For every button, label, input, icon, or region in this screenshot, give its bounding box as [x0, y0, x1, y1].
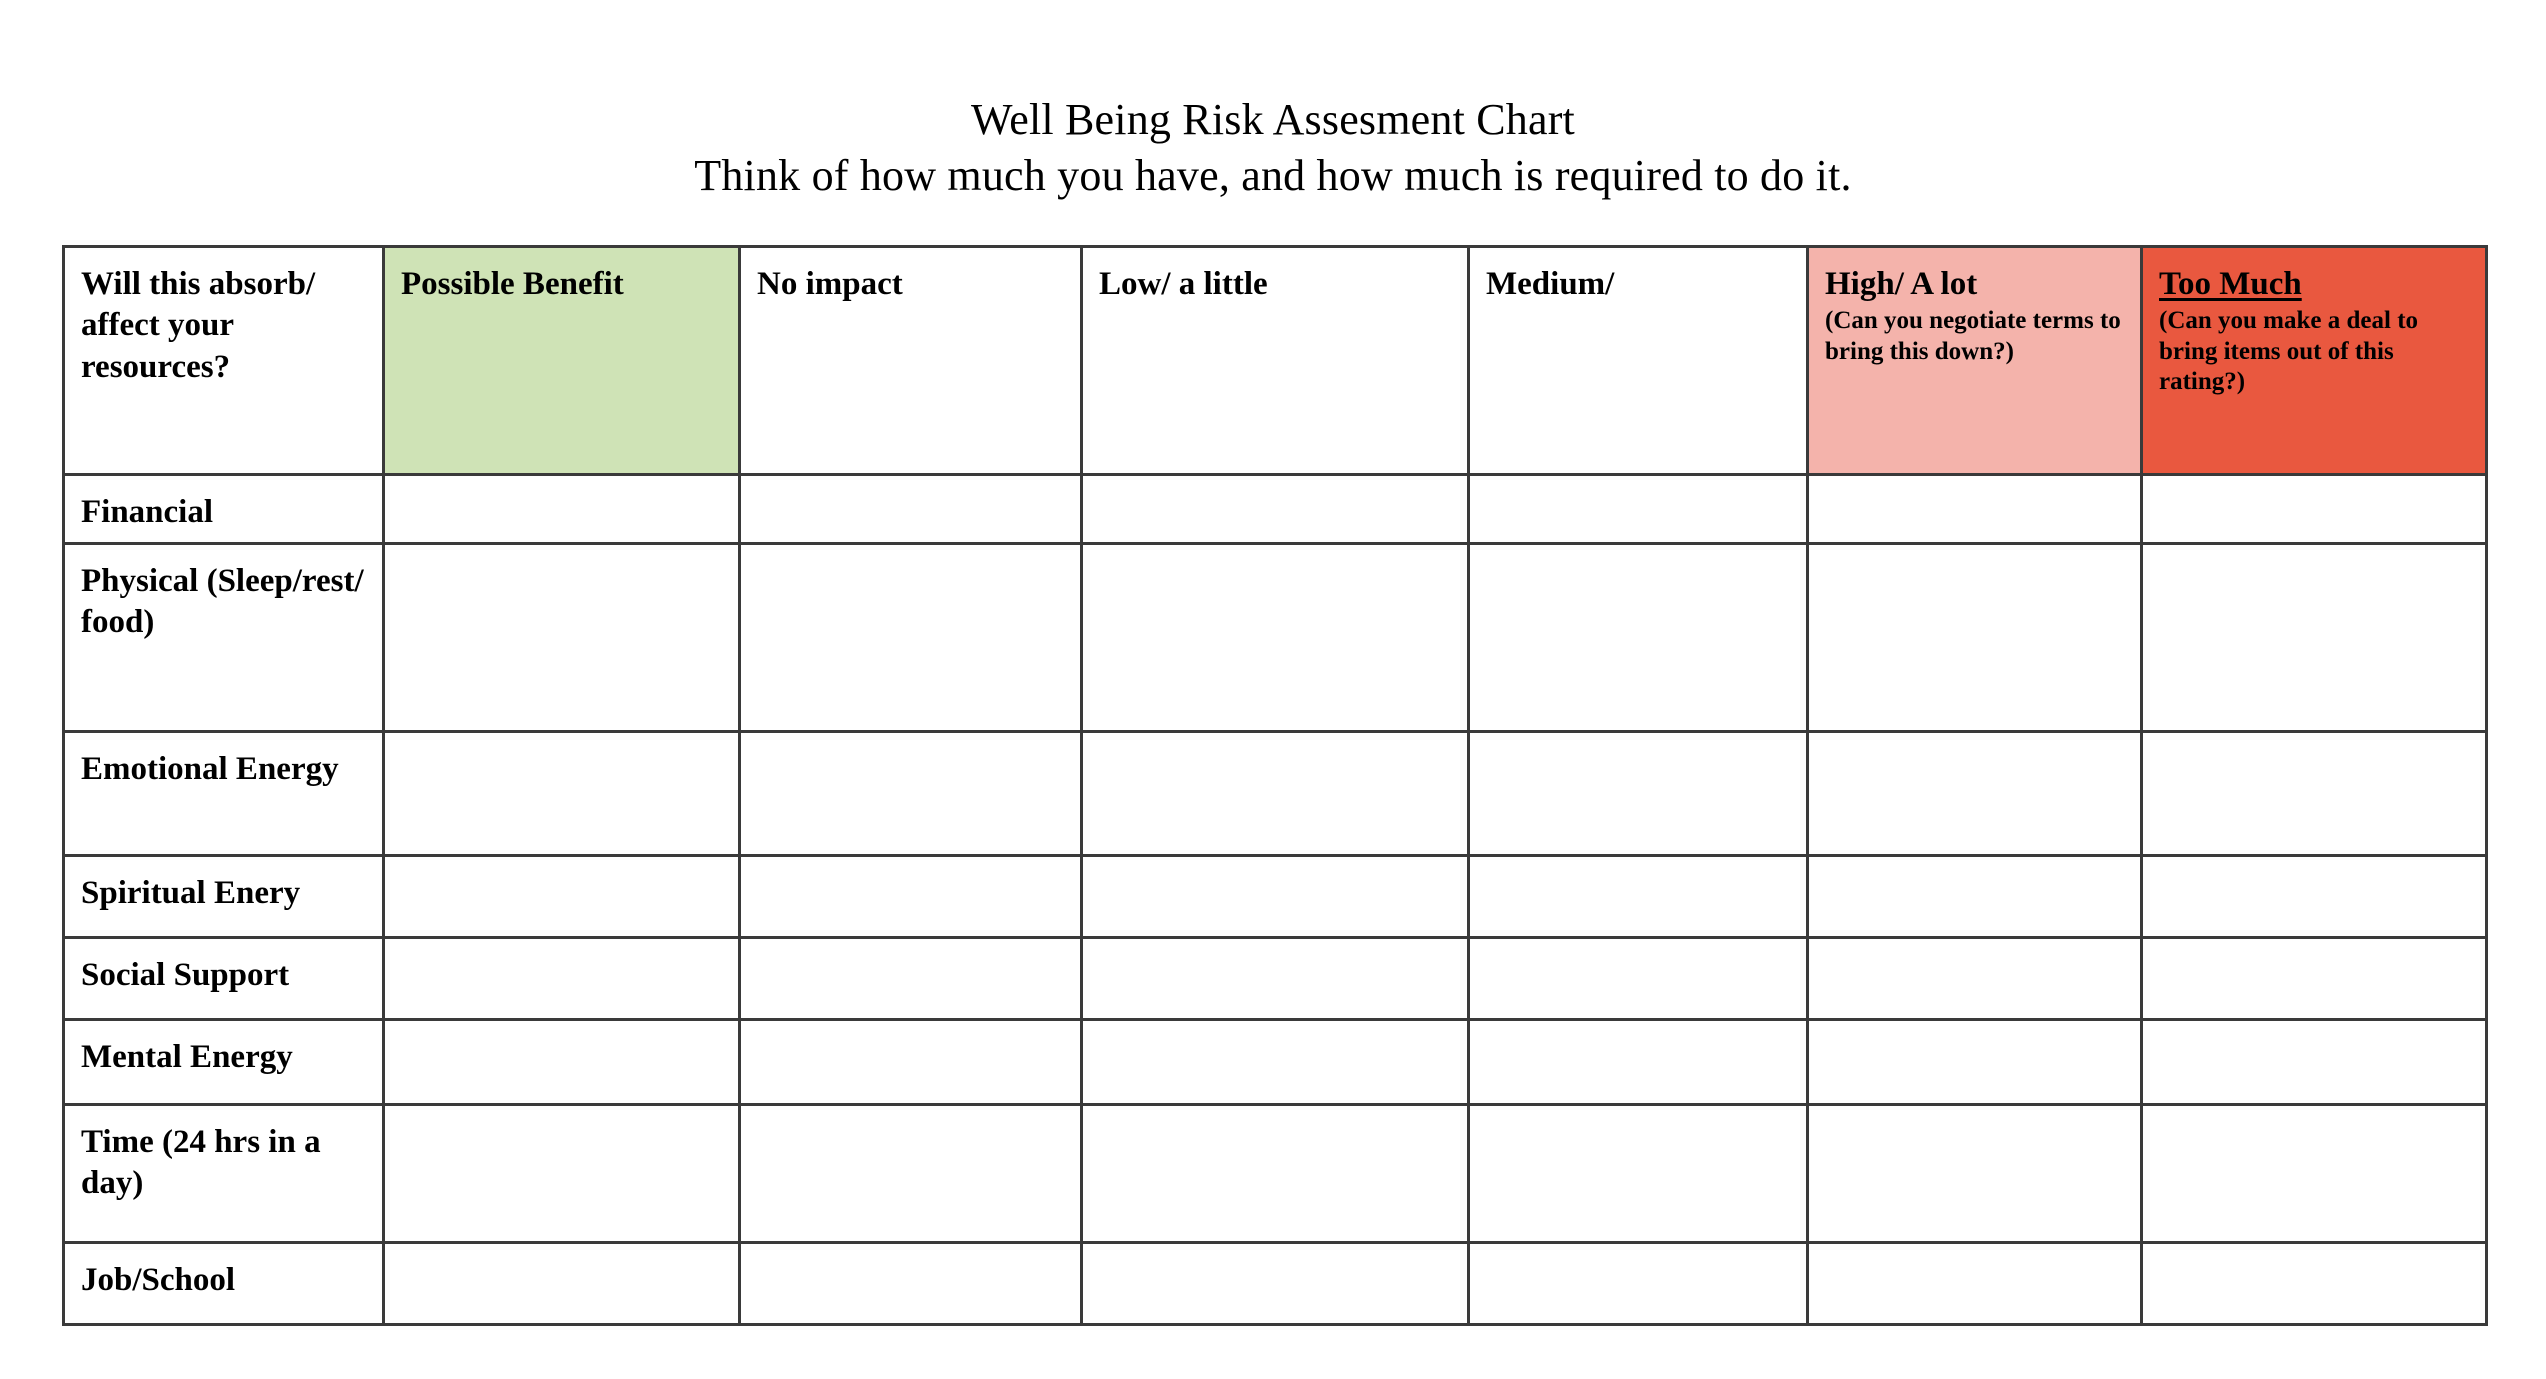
cell-emotional-energy-possible-benefit[interactable]	[382, 730, 741, 858]
cell-financial-no-impact[interactable]	[738, 472, 1083, 546]
column-header-resource-question: Will this absorb/ affect your resources?	[62, 245, 385, 476]
table-row: Financial	[62, 472, 2488, 546]
risk-assessment-table: Will this absorb/ affect your resources?…	[62, 245, 2488, 1327]
cell-spiritual-energy-high-a-lot[interactable]	[1806, 854, 2143, 940]
cell-financial-medium[interactable]	[1467, 472, 1809, 546]
cell-social-support-possible-benefit[interactable]	[382, 936, 741, 1022]
column-header-low-a-little: Low/ a little	[1080, 245, 1470, 476]
cell-time-no-impact[interactable]	[738, 1103, 1083, 1245]
column-header-sublabel: (Can you make a deal to bring items out …	[2159, 307, 2419, 396]
column-header-label: Low/ a little	[1099, 266, 1268, 302]
cell-time-low-a-little[interactable]	[1080, 1103, 1470, 1245]
row-header-emotional-energy: Emotional Energy	[62, 730, 385, 858]
cell-financial-low-a-little[interactable]	[1080, 472, 1470, 546]
column-header-medium: Medium/	[1467, 245, 1809, 476]
cell-social-support-low-a-little[interactable]	[1080, 936, 1470, 1022]
table-row: Emotional Energy	[62, 730, 2488, 858]
cell-emotional-energy-low-a-little[interactable]	[1080, 730, 1470, 858]
cell-mental-energy-possible-benefit[interactable]	[382, 1018, 741, 1107]
cell-social-support-no-impact[interactable]	[738, 936, 1083, 1022]
row-header-time: Time (24 hrs in a day)	[62, 1103, 385, 1245]
table-header-row: Will this absorb/ affect your resources?…	[62, 245, 2488, 476]
cell-mental-energy-too-much[interactable]	[2140, 1018, 2488, 1107]
cell-physical-low-a-little[interactable]	[1080, 542, 1470, 734]
page-subtitle: Think of how much you have, and how much…	[694, 151, 1852, 200]
cell-job-school-medium[interactable]	[1467, 1241, 1809, 1327]
row-label: Job/School	[81, 1262, 236, 1299]
row-label: Emotional Energy	[81, 751, 339, 788]
title-block: Well Being Risk Assesment Chart Think of…	[0, 92, 2546, 204]
cell-spiritual-energy-too-much[interactable]	[2140, 854, 2488, 940]
row-label: Physical (Sleep/rest/ food)	[81, 563, 364, 640]
cell-financial-possible-benefit[interactable]	[382, 472, 741, 546]
cell-time-high-a-lot[interactable]	[1806, 1103, 2143, 1245]
table-row: Spiritual Enery	[62, 854, 2488, 940]
cell-job-school-high-a-lot[interactable]	[1806, 1241, 2143, 1327]
cell-job-school-possible-benefit[interactable]	[382, 1241, 741, 1327]
column-header-high-a-lot: High/ A lot (Can you negotiate terms to …	[1806, 245, 2143, 476]
cell-physical-too-much[interactable]	[2140, 542, 2488, 734]
column-header-possible-benefit: Possible Benefit	[382, 245, 741, 476]
column-header-too-much: Too Much (Can you make a deal to bring i…	[2140, 245, 2488, 476]
cell-spiritual-energy-no-impact[interactable]	[738, 854, 1083, 940]
row-header-social-support: Social Support	[62, 936, 385, 1022]
cell-spiritual-energy-possible-benefit[interactable]	[382, 854, 741, 940]
cell-job-school-too-much[interactable]	[2140, 1241, 2488, 1327]
cell-emotional-energy-too-much[interactable]	[2140, 730, 2488, 858]
column-header-label: Will this absorb/ affect your resources?	[81, 266, 316, 385]
row-label: Spiritual Enery	[81, 875, 301, 912]
table-row: Mental Energy	[62, 1018, 2488, 1107]
table-row: Physical (Sleep/rest/ food)	[62, 542, 2488, 734]
row-header-physical: Physical (Sleep/rest/ food)	[62, 542, 385, 734]
row-label: Time (24 hrs in a day)	[81, 1124, 321, 1201]
row-header-financial: Financial	[62, 472, 385, 546]
cell-mental-energy-medium[interactable]	[1467, 1018, 1809, 1107]
cell-physical-no-impact[interactable]	[738, 542, 1083, 734]
cell-mental-energy-low-a-little[interactable]	[1080, 1018, 1470, 1107]
cell-job-school-low-a-little[interactable]	[1080, 1241, 1470, 1327]
column-header-label: High/ A lot	[1825, 266, 1978, 302]
cell-financial-too-much[interactable]	[2140, 472, 2488, 546]
cell-spiritual-energy-low-a-little[interactable]	[1080, 854, 1470, 940]
table-row: Social Support	[62, 936, 2488, 1022]
cell-physical-high-a-lot[interactable]	[1806, 542, 2143, 734]
row-header-mental-energy: Mental Energy	[62, 1018, 385, 1107]
cell-time-too-much[interactable]	[2140, 1103, 2488, 1245]
risk-assessment-table-wrapper: Will this absorb/ affect your resources?…	[62, 245, 2488, 1327]
row-label: Social Support	[81, 957, 290, 994]
cell-time-possible-benefit[interactable]	[382, 1103, 741, 1245]
table-row: Job/School	[62, 1241, 2488, 1327]
row-label: Mental Energy	[81, 1039, 293, 1076]
cell-mental-energy-high-a-lot[interactable]	[1806, 1018, 2143, 1107]
cell-time-medium[interactable]	[1467, 1103, 1809, 1245]
column-header-sublabel: (Can you negotiate terms to bring this d…	[1825, 307, 2121, 365]
cell-job-school-no-impact[interactable]	[738, 1241, 1083, 1327]
column-header-label: Possible Benefit	[401, 266, 624, 302]
cell-physical-possible-benefit[interactable]	[382, 542, 741, 734]
cell-financial-high-a-lot[interactable]	[1806, 472, 2143, 546]
cell-social-support-medium[interactable]	[1467, 936, 1809, 1022]
cell-mental-energy-no-impact[interactable]	[738, 1018, 1083, 1107]
column-header-label: Medium/	[1486, 266, 1615, 302]
page-title: Well Being Risk Assesment Chart	[971, 95, 1575, 144]
cell-social-support-high-a-lot[interactable]	[1806, 936, 2143, 1022]
row-header-job-school: Job/School	[62, 1241, 385, 1327]
table-row: Time (24 hrs in a day)	[62, 1103, 2488, 1245]
row-header-spiritual-energy: Spiritual Enery	[62, 854, 385, 940]
column-header-no-impact: No impact	[738, 245, 1083, 476]
cell-emotional-energy-high-a-lot[interactable]	[1806, 730, 2143, 858]
cell-spiritual-energy-medium[interactable]	[1467, 854, 1809, 940]
worksheet-page: Well Being Risk Assesment Chart Think of…	[0, 0, 2546, 1379]
cell-physical-medium[interactable]	[1467, 542, 1809, 734]
row-label: Financial	[81, 494, 214, 530]
cell-social-support-too-much[interactable]	[2140, 936, 2488, 1022]
cell-emotional-energy-medium[interactable]	[1467, 730, 1809, 858]
cell-emotional-energy-no-impact[interactable]	[738, 730, 1083, 858]
column-header-label: Too Much	[2159, 266, 2302, 302]
column-header-label: No impact	[757, 266, 903, 302]
